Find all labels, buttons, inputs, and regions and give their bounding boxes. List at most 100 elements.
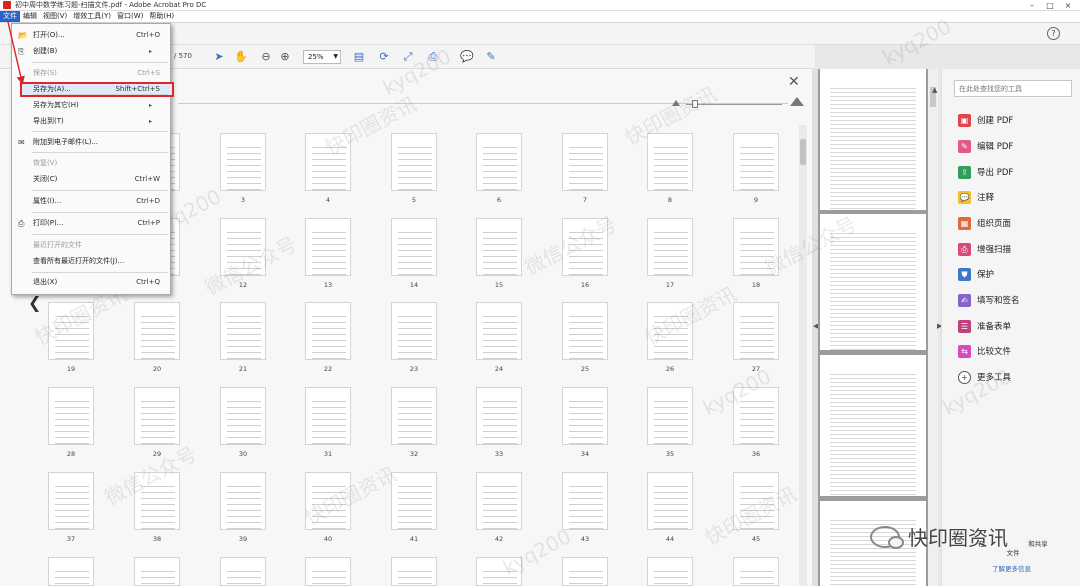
comment-tool-icon[interactable]: 💬 [460,50,474,64]
page-thumbnail[interactable] [134,472,180,530]
file-menu-item-4[interactable]: 另存为其它(H) ▸ [12,100,170,111]
page-thumbnail[interactable] [391,218,437,276]
page-thumbnail[interactable] [134,387,180,445]
file-menu-item-1[interactable]: ⎘ 创建(B) ▸ [12,46,170,57]
page-thumbnail[interactable] [134,302,180,360]
page-thumbnail[interactable] [220,218,266,276]
page-thumbnail[interactable] [733,387,779,445]
minimize-button[interactable]: – [1024,0,1040,11]
menu-view[interactable]: 视图(V) [40,11,70,22]
close-window-button[interactable]: × [1060,0,1076,11]
page-thumbnail[interactable] [220,302,266,360]
page-thumbnail[interactable] [562,387,608,445]
tool-edit-pdf[interactable]: ✎ 编辑 PDF [958,137,1013,155]
file-menu-item-6[interactable]: ✉ 附加到电子邮件(L)... [12,137,170,148]
pen-tool-icon[interactable]: ✎ [484,50,498,64]
select-cursor-icon[interactable]: ➤ [212,50,226,64]
page-thumbnail[interactable] [220,557,266,586]
zoom-select[interactable]: 25% ▼ [303,50,341,64]
page-thumbnail[interactable] [476,218,522,276]
page-thumbnail[interactable] [391,133,437,191]
tools-search-input[interactable] [954,80,1072,97]
page-thumbnail[interactable] [305,387,351,445]
tool-organize-pages[interactable]: ▦ 组织页面 [958,214,1011,232]
page-thumbnail[interactable] [305,557,351,586]
help-icon[interactable]: ? [1047,27,1060,40]
page-thumbnail[interactable] [391,557,437,586]
rotate-icon[interactable]: ⟳ [377,50,391,64]
scroll-thumb[interactable] [800,139,806,165]
page-thumbnail[interactable] [220,472,266,530]
page-thumbnail[interactable] [476,472,522,530]
menu-window[interactable]: 窗口(W) [114,11,146,22]
learn-more-link[interactable]: 了解更多信息 [942,563,1080,573]
page-thumbnail[interactable] [476,387,522,445]
page-thumbnail[interactable] [476,557,522,586]
page-thumbnail[interactable] [305,218,351,276]
file-menu-item-9[interactable]: 属性(I)... Ctrl+D [12,196,170,207]
page-thumbnail[interactable] [48,557,94,586]
page-thumbnail[interactable] [647,218,693,276]
page-thumbnail[interactable] [220,387,266,445]
page-thumbnail[interactable] [562,557,608,586]
page-thumbnail[interactable] [562,302,608,360]
file-menu-item-8[interactable]: 关闭(C) Ctrl+W [12,174,170,185]
page-thumbnail[interactable] [48,302,94,360]
page-thumbnail[interactable] [391,387,437,445]
menu-file[interactable]: 文件 [0,11,20,22]
fit-page-icon[interactable]: ▤ [352,50,366,64]
page-thumbnail[interactable] [733,302,779,360]
page-thumbnail[interactable] [733,218,779,276]
file-menu-item-12[interactable]: 查看所有最近打开的文件(J)... [12,256,170,267]
page-thumbnail[interactable] [647,302,693,360]
tool-compare-files[interactable]: ⇆ 比较文件 [958,342,1011,360]
zoom-out-icon[interactable]: ⊖ [259,50,273,64]
tool-protect[interactable]: ⛊ 保护 [958,265,994,283]
page-thumbnail[interactable] [476,133,522,191]
file-menu-item-0[interactable]: 📂 打开(O)... Ctrl+O [12,30,170,41]
page-thumbnail[interactable] [48,387,94,445]
page-thumbnail[interactable] [562,133,608,191]
page-thumbnail[interactable] [733,472,779,530]
page-thumbnail[interactable] [562,472,608,530]
page-thumbnail[interactable] [733,557,779,586]
tool-fill-sign[interactable]: ✍ 填写和签名 [958,291,1020,309]
page-thumbnail[interactable] [305,133,351,191]
file-menu-item-13[interactable]: 退出(X) Ctrl+Q [12,277,170,288]
file-menu-item-10[interactable]: ⎙ 打印(P)... Ctrl+P [12,218,170,229]
previous-page-icon[interactable]: ❮ [28,293,41,312]
print-tool-icon[interactable]: ⎙ [426,50,440,64]
page-thumbnail[interactable] [48,472,94,530]
page-thumbnail[interactable] [305,302,351,360]
page-thumbnail[interactable] [391,472,437,530]
page-thumbnail[interactable] [647,133,693,191]
tool-more-tools[interactable]: + 更多工具 [958,368,1011,386]
tool-enhance-scan[interactable]: ⎙ 增强扫描 [958,240,1011,258]
slider-knob[interactable] [692,100,698,108]
page-thumbnail[interactable] [647,472,693,530]
tool-comment[interactable]: 💬 注释 [958,188,994,206]
menu-edit[interactable]: 编辑 [20,11,40,22]
workspace-scrollbar[interactable] [799,125,807,586]
menu-help[interactable]: 帮助(H) [146,11,177,22]
tool-export-pdf[interactable]: ⇪ 导出 PDF [958,163,1013,181]
page-thumbnail[interactable] [134,557,180,586]
tool-prepare-form[interactable]: ☰ 准备表单 [958,317,1011,335]
tool-create-pdf[interactable]: ▣ 创建 PDF [958,111,1013,129]
page-thumbnail[interactable] [220,133,266,191]
page-thumbnail[interactable] [562,218,608,276]
file-menu-item-3[interactable]: 另存为(A)... Shift+Ctrl+S [12,84,170,95]
close-thumbnails-icon[interactable]: ✕ [788,74,800,90]
page-thumbnail[interactable] [476,302,522,360]
page-thumbnail[interactable] [647,557,693,586]
maximize-button[interactable]: □ [1042,0,1058,11]
zoom-in-icon[interactable]: ⊕ [278,50,292,64]
full-screen-icon[interactable]: ⤢ [401,50,415,64]
thumbnail-size-slider[interactable] [672,96,804,110]
page-thumbnail[interactable] [647,387,693,445]
scroll-up-icon[interactable]: ▲ [932,86,937,94]
menu-plugins[interactable]: 增效工具(Y) [70,11,114,22]
page-thumbnail[interactable] [391,302,437,360]
page-thumbnail[interactable] [733,133,779,191]
page-thumbnail[interactable] [305,472,351,530]
